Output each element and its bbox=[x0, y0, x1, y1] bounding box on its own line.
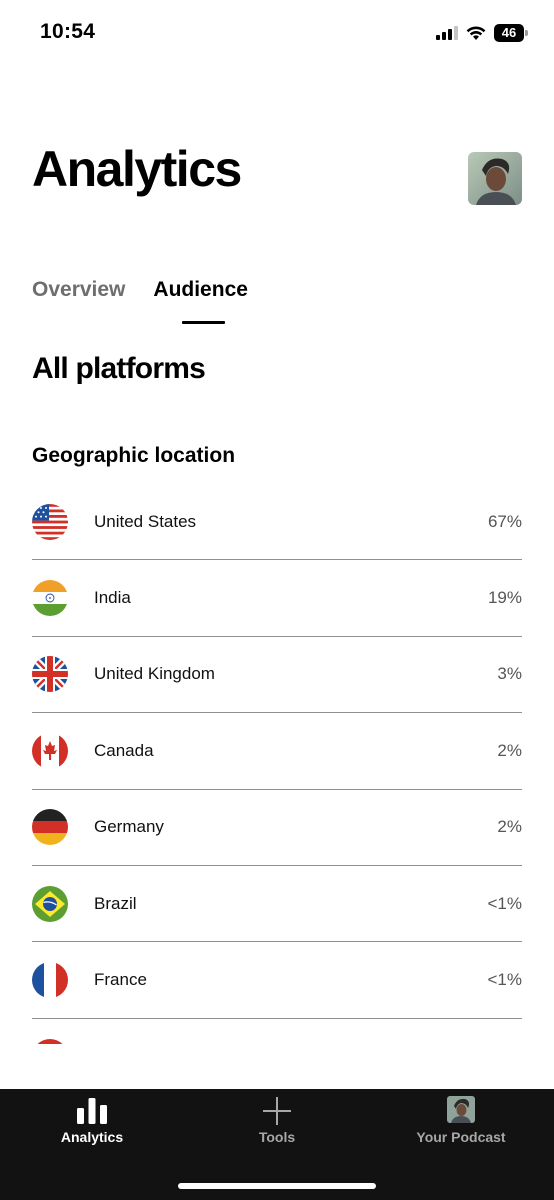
page-title: Analytics bbox=[32, 141, 242, 197]
list-item: United States 67% bbox=[32, 484, 522, 561]
section-title: All platforms bbox=[32, 352, 206, 385]
podcast-avatar-icon bbox=[447, 1096, 475, 1128]
country-name: Germany bbox=[94, 817, 164, 837]
bottom-nav: Analytics Tools Your Podcast bbox=[0, 1089, 554, 1200]
tab-audience[interactable]: Audience bbox=[153, 278, 248, 302]
home-indicator[interactable] bbox=[178, 1183, 376, 1189]
nav-label: Analytics bbox=[60, 1129, 124, 1145]
country-name: United Kingdom bbox=[94, 664, 215, 684]
country-percent: <1% bbox=[487, 970, 523, 990]
us-flag-icon bbox=[32, 503, 68, 540]
country-percent: <1% bbox=[487, 893, 523, 913]
country-percent: 19% bbox=[487, 588, 522, 608]
india-flag-icon bbox=[32, 580, 68, 617]
country-name: Canada bbox=[94, 740, 154, 760]
brazil-flag-icon bbox=[32, 885, 68, 922]
nav-label: Your Podcast bbox=[416, 1129, 506, 1145]
list-item: United Kingdom 3% bbox=[32, 637, 522, 714]
geographic-location-heading: Geographic location bbox=[32, 444, 236, 467]
canada-flag-icon bbox=[32, 732, 68, 769]
country-name: United States bbox=[94, 511, 197, 531]
geographic-location-list[interactable]: United States 67% India 19% United Kingd… bbox=[32, 484, 522, 1044]
battery-icon: 46 bbox=[494, 24, 528, 42]
status-time: 10:54 bbox=[40, 20, 96, 43]
wifi-icon bbox=[466, 26, 486, 41]
list-item: India 19% bbox=[32, 560, 522, 637]
profile-avatar[interactable] bbox=[468, 152, 522, 205]
bar-chart-icon bbox=[76, 1096, 108, 1129]
battery-level: 46 bbox=[501, 25, 517, 40]
uk-flag-icon bbox=[32, 656, 68, 693]
germany-flag-icon bbox=[32, 809, 68, 846]
status-icons: 46 bbox=[436, 22, 528, 44]
nav-label: Tools bbox=[258, 1129, 296, 1145]
france-flag-icon bbox=[32, 962, 68, 999]
country-name: India bbox=[94, 588, 131, 608]
country-percent: 67% bbox=[487, 511, 522, 531]
country-percent: 3% bbox=[497, 664, 522, 684]
country-name: France bbox=[94, 970, 147, 990]
list-item: Germany 2% bbox=[32, 790, 522, 866]
status-bar: 10:54 46 bbox=[0, 0, 554, 66]
list-item bbox=[32, 1019, 522, 1044]
signal-icon bbox=[436, 26, 458, 40]
nav-tools[interactable]: Tools bbox=[207, 1089, 347, 1159]
nav-your-podcast[interactable]: Your Podcast bbox=[391, 1089, 531, 1159]
list-item: France <1% bbox=[32, 942, 523, 1019]
country-name: Brazil bbox=[94, 893, 137, 913]
plus-icon bbox=[262, 1096, 292, 1131]
tab-overview[interactable]: Overview bbox=[32, 278, 125, 302]
nav-analytics[interactable]: Analytics bbox=[22, 1089, 162, 1159]
active-tab-indicator bbox=[182, 321, 225, 324]
tab-bar: Overview Audience bbox=[32, 278, 248, 302]
country-percent: 2% bbox=[497, 740, 522, 760]
list-item: Canada 2% bbox=[32, 713, 522, 790]
country-percent: 2% bbox=[497, 817, 522, 837]
flag-icon bbox=[32, 1038, 68, 1044]
list-item: Brazil <1% bbox=[32, 866, 523, 943]
